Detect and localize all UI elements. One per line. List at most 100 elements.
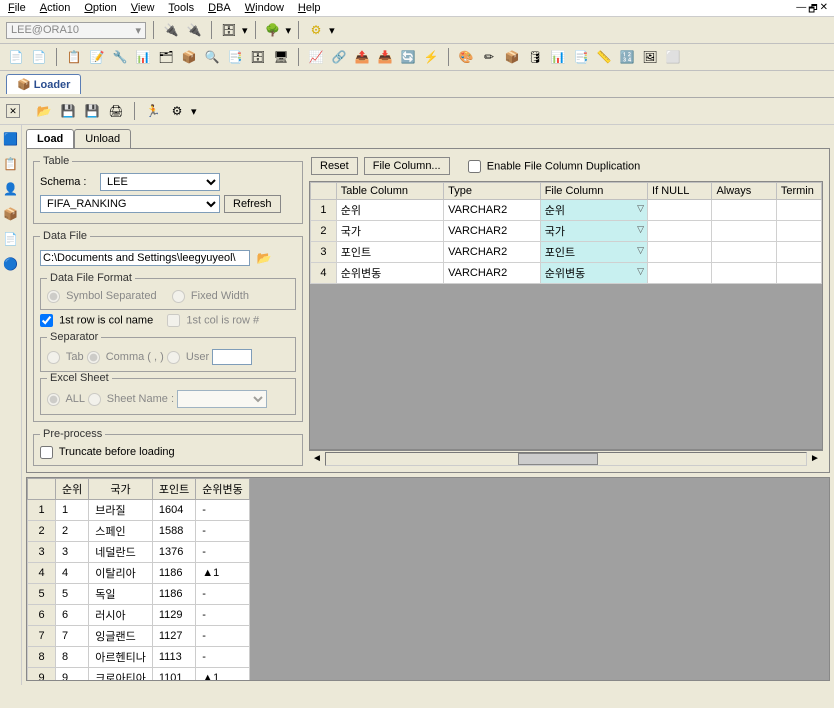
options-icon[interactable]: ⚙	[167, 101, 187, 121]
table-select[interactable]: FIFA_RANKING	[40, 195, 220, 213]
col-header-filecol[interactable]: File Column	[540, 183, 647, 200]
horizontal-scrollbar[interactable]: ◄ ►	[309, 450, 823, 466]
tool-h[interactable]: 📑	[225, 47, 245, 67]
cell-termin[interactable]	[776, 221, 821, 242]
sql-icon-2[interactable]: 📄	[29, 47, 49, 67]
schema-select[interactable]: LEE	[100, 173, 220, 191]
tool-z[interactable]: ⬜	[663, 47, 683, 67]
preview-cell[interactable]: -	[196, 626, 249, 647]
menu-help[interactable]: Help	[298, 2, 321, 14]
close-panel-icon[interactable]: ✕	[6, 104, 20, 118]
tool-l[interactable]: 🔗	[329, 47, 349, 67]
dropdown-icon[interactable]: ▽	[637, 245, 644, 256]
preview-cell[interactable]: 1113	[152, 647, 195, 668]
tab-unload[interactable]: Unload	[74, 129, 131, 149]
preview-cell[interactable]: 아르헨티나	[89, 647, 153, 668]
tab-loader[interactable]: 📦 Loader	[6, 74, 81, 94]
run-icon[interactable]: 🏃	[143, 101, 163, 121]
cell-ifnull[interactable]	[648, 221, 712, 242]
preview-header-3[interactable]: 순위변동	[196, 479, 249, 500]
open-icon[interactable]: 📂	[34, 101, 54, 121]
preview-row[interactable]: 66러시아1129-	[28, 605, 250, 626]
preview-cell[interactable]: 잉글랜드	[89, 626, 153, 647]
tool-c[interactable]: 🔧	[110, 47, 130, 67]
preview-cell[interactable]: 3	[56, 542, 89, 563]
preview-cell[interactable]: 이탈리아	[89, 563, 153, 584]
preview-cell[interactable]: 9	[56, 668, 89, 682]
column-mapping-grid[interactable]: Table Column Type File Column If NULL Al…	[309, 181, 823, 450]
preview-cell[interactable]: 1186	[152, 563, 195, 584]
cell-tablecol[interactable]: 국가	[336, 221, 443, 242]
preview-header-2[interactable]: 포인트	[152, 479, 195, 500]
preview-row[interactable]: 44이탈리아1186▲1	[28, 563, 250, 584]
cell-tablecol[interactable]: 순위	[336, 200, 443, 221]
cell-termin[interactable]	[776, 263, 821, 284]
preview-cell[interactable]: 4	[56, 563, 89, 584]
preview-cell[interactable]: 러시아	[89, 605, 153, 626]
menu-file[interactable]: File	[8, 2, 26, 14]
preview-cell[interactable]: 2	[56, 521, 89, 542]
tool-p[interactable]: ⚡	[421, 47, 441, 67]
preview-cell[interactable]: 1588	[152, 521, 195, 542]
preview-cell[interactable]: -	[196, 500, 249, 521]
preview-cell[interactable]: 1604	[152, 500, 195, 521]
tool-q[interactable]: 🎨	[456, 47, 476, 67]
preview-cell[interactable]: 5	[56, 584, 89, 605]
gear-icon[interactable]: ⚙	[306, 20, 326, 40]
tab-load[interactable]: Load	[26, 129, 74, 149]
cell-ifnull[interactable]	[648, 200, 712, 221]
preview-cell[interactable]: 네덜란드	[89, 542, 153, 563]
cell-filecol[interactable]: 국가▽	[540, 221, 647, 242]
cell-ifnull[interactable]	[648, 242, 712, 263]
preview-cell[interactable]: -	[196, 542, 249, 563]
col-header-ifnull[interactable]: If NULL	[648, 183, 712, 200]
disconnect-icon[interactable]: 🔌	[184, 20, 204, 40]
preview-cell[interactable]: 스페인	[89, 521, 153, 542]
side-5[interactable]: 📄	[1, 229, 21, 249]
preview-row[interactable]: 88아르헨티나1113-	[28, 647, 250, 668]
filepath-input[interactable]	[40, 250, 250, 266]
dropdown-icon[interactable]: ▽	[637, 203, 644, 214]
tool-k[interactable]: 📈	[306, 47, 326, 67]
cell-filecol[interactable]: 순위변동▽	[540, 263, 647, 284]
saveall-icon[interactable]: 💾	[82, 101, 102, 121]
preview-cell[interactable]: -	[196, 647, 249, 668]
column-map-row[interactable]: 3 포인트 VARCHAR2 포인트▽	[311, 242, 822, 263]
tool-r[interactable]: ✏	[479, 47, 499, 67]
column-map-row[interactable]: 1 순위 VARCHAR2 순위▽	[311, 200, 822, 221]
tool-x[interactable]: 🔢	[617, 47, 637, 67]
restore-icon[interactable]: 🗗	[808, 2, 817, 19]
preview-row[interactable]: 55독일1186-	[28, 584, 250, 605]
col-header-termin[interactable]: Termin	[776, 183, 821, 200]
preview-row[interactable]: 33네덜란드1376-	[28, 542, 250, 563]
preview-row[interactable]: 22스페인1588-	[28, 521, 250, 542]
tool-a[interactable]: 📋	[64, 47, 84, 67]
minimize-icon[interactable]: —	[796, 2, 806, 19]
cell-ifnull[interactable]	[648, 263, 712, 284]
tool-s[interactable]: 📦	[502, 47, 522, 67]
preview-header-0[interactable]: 순위	[56, 479, 89, 500]
preview-cell[interactable]: 독일	[89, 584, 153, 605]
menu-tools[interactable]: Tools	[168, 2, 194, 14]
refresh-button[interactable]: Refresh	[224, 195, 281, 213]
firstrow-check[interactable]: 1st row is col name	[40, 314, 153, 327]
cell-always[interactable]	[712, 242, 776, 263]
side-1[interactable]: 🟦	[1, 129, 21, 149]
side-6[interactable]: 🔵	[1, 254, 21, 274]
enable-dup-check[interactable]: Enable File Column Duplication	[468, 160, 641, 173]
tool-m[interactable]: 📤	[352, 47, 372, 67]
reset-button[interactable]: Reset	[311, 157, 358, 175]
cell-termin[interactable]	[776, 242, 821, 263]
col-header-type[interactable]: Type	[444, 183, 541, 200]
preview-cell[interactable]: -	[196, 605, 249, 626]
menu-view[interactable]: View	[131, 2, 155, 14]
tree-icon[interactable]: 🌳	[263, 20, 283, 40]
preview-cell[interactable]: 1127	[152, 626, 195, 647]
preview-cell[interactable]: -	[196, 521, 249, 542]
preview-cell[interactable]: -	[196, 584, 249, 605]
connection-combo[interactable]: LEE@ORA10▾	[6, 22, 146, 39]
connect-icon[interactable]: 🔌	[161, 20, 181, 40]
col-header-tablecol[interactable]: Table Column	[336, 183, 443, 200]
preview-cell[interactable]: 6	[56, 605, 89, 626]
cell-tablecol[interactable]: 포인트	[336, 242, 443, 263]
